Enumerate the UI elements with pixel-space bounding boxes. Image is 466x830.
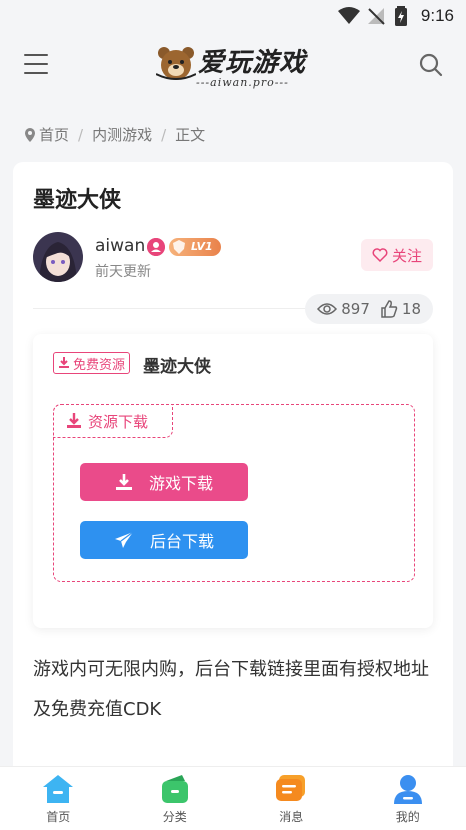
wifi-icon [338,7,360,24]
tab-message-label: 消息 [279,810,304,824]
download-card: 免费资源 墨迹大侠 资源下载 游戏下载 后台下载 [33,334,433,628]
breadcrumb-current: 正文 [175,126,206,144]
breadcrumb: 首页 / 内测游戏 / 正文 [24,124,205,145]
search-icon[interactable] [418,52,444,78]
level-shield-icon [173,240,185,254]
free-tag-label: 免费资源 [73,357,126,373]
post-title: 墨迹大侠 [33,188,122,213]
breadcrumb-home[interactable]: 首页 [39,124,69,145]
likes-stat[interactable]: 18 [380,300,421,318]
tab-profile-label: 我的 [395,810,420,824]
views-stat: 897 [317,300,370,318]
menu-icon[interactable] [24,54,48,76]
views-count: 897 [341,300,370,318]
eye-icon [317,303,338,315]
logo-subtitle: ---aiwan.pro--- [196,76,289,89]
tab-category[interactable]: 分类 [117,767,234,830]
paper-plane-icon [114,531,134,548]
level-text: LV1 [191,240,213,253]
home-icon [43,775,74,803]
app-bar: 爱玩游戏 ---aiwan.pro--- [0,32,466,98]
tab-message[interactable]: 消息 [233,767,350,830]
bear-logo-icon [156,47,196,80]
post-stats: 897 18 [305,294,433,324]
backend-download-button[interactable]: 后台下载 [80,521,248,559]
profile-icon [393,775,422,804]
backend-download-label: 后台下载 [149,532,214,551]
author-name[interactable]: aiwan [95,236,145,256]
battery-icon [395,6,407,26]
free-resource-tag: 免费资源 [53,352,131,374]
tab-category-label: 分类 [162,810,187,824]
no-signal-icon [368,8,385,25]
follow-label: 关注 [391,246,422,265]
game-download-label: 游戏下载 [148,474,213,493]
heart-icon [372,248,388,262]
logo-title: 爱玩游戏 [198,48,307,78]
game-download-button[interactable]: 游戏下载 [80,463,248,501]
post-card: 墨迹大侠 aiwan LV1 前天更新 关注 897 18 免费资源 墨迹大侠 … [13,162,453,802]
post-time: 前天更新 [95,264,151,280]
clock: 9:16 [420,6,454,25]
tab-home-label: 首页 [46,810,71,824]
verified-author-icon [147,238,165,256]
thumbs-up-icon [381,300,398,318]
tab-home[interactable]: 首页 [0,767,117,830]
post-description: 游戏内可无限内购，后台下载链接里面有授权地址及免费充值CDK [33,659,429,720]
site-logo[interactable]: 爱玩游戏 ---aiwan.pro--- [156,40,316,92]
download-small-icon [59,357,69,368]
download-box-label: 资源下载 [53,404,173,438]
download-box: 资源下载 游戏下载 后台下载 [53,404,415,582]
category-icon [161,775,188,803]
avatar[interactable] [33,232,83,282]
likes-count: 18 [401,300,421,318]
download-icon [115,474,132,490]
level-badge: LV1 [169,238,221,256]
download-icon [67,413,81,428]
breadcrumb-category[interactable]: 内测游戏 [92,124,152,145]
resource-title: 墨迹大侠 [143,357,211,377]
message-icon [276,775,306,801]
box-label-text: 资源下载 [88,412,149,431]
bottom-tab-bar: 首页 分类 消息 我的 [0,766,466,830]
tab-profile[interactable]: 我的 [350,767,466,830]
status-bar: 9:16 [0,0,466,32]
follow-button[interactable]: 关注 [361,239,433,271]
location-pin-icon [25,127,35,142]
